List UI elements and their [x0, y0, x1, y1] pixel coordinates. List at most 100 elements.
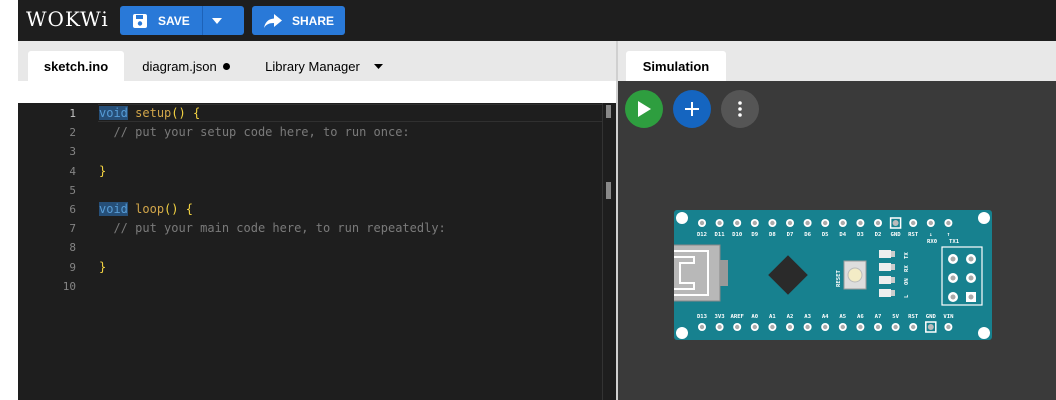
- pin-label: VIN: [943, 314, 954, 320]
- simulation-tab-bar: Simulation: [618, 41, 1056, 81]
- pin: [911, 324, 916, 330]
- pin: [875, 324, 881, 330]
- pin: [717, 324, 722, 330]
- led: [879, 276, 891, 284]
- code-editor[interactable]: 1 2 3 4 5 6 7 8 9 10 void setup() { // put your s…: [18, 103, 616, 400]
- play-icon: [638, 101, 651, 117]
- code-line[interactable]: void setup() {: [99, 106, 200, 120]
- tab-label: diagram.json: [142, 58, 217, 74]
- code-token: // put your setup code here, to run once…: [99, 125, 410, 140]
- add-part-button[interactable]: [673, 90, 711, 128]
- pin: [928, 220, 933, 226]
- editor-tab-bar: sketch.ino diagram.json Library Manager: [18, 41, 616, 81]
- led: [879, 250, 891, 258]
- reset-label: RESET: [836, 270, 842, 287]
- pin-label: D12: [697, 232, 707, 238]
- pin: [752, 324, 757, 330]
- line-number: 4: [69, 164, 76, 178]
- wokwi-logo[interactable]: WOKWi: [26, 7, 109, 31]
- more-options-button[interactable]: [721, 90, 759, 128]
- tab-label: sketch.ino: [43, 58, 109, 74]
- pin-label: A6: [857, 314, 864, 320]
- pin: [735, 324, 740, 330]
- code-line[interactable]: }: [99, 164, 106, 178]
- pin-label: 5V: [892, 314, 899, 320]
- share-button[interactable]: SHARE: [252, 6, 345, 35]
- pin: [875, 220, 881, 226]
- pin: [840, 324, 845, 330]
- led-pad: [891, 290, 895, 296]
- pin-label: GND: [926, 314, 937, 320]
- pin: [823, 324, 828, 330]
- save-label: SAVE: [158, 13, 190, 28]
- tab-diagram-json[interactable]: diagram.json: [130, 51, 242, 81]
- line-gutter: 1 2 3 4 5 6 7 8 9 10: [18, 103, 98, 400]
- led-pad: [891, 277, 895, 283]
- start-simulation-button[interactable]: [625, 90, 663, 128]
- code-line[interactable]: // put your main code here, to run repea…: [99, 221, 445, 235]
- save-icon: [133, 13, 147, 28]
- code-line[interactable]: // put your setup code here, to run once…: [99, 125, 410, 140]
- more-vertical-icon: [738, 101, 742, 117]
- pin-label: D7: [787, 232, 794, 238]
- icsp-pin: [968, 275, 974, 281]
- pin-label: 3V3: [715, 314, 725, 320]
- line-number: 10: [62, 279, 76, 293]
- code-token: () {: [164, 202, 193, 216]
- scrollbar-marker: [606, 182, 611, 199]
- pin: [787, 324, 793, 330]
- tab-sketch-ino[interactable]: sketch.ino: [28, 51, 124, 81]
- save-button[interactable]: SAVE: [120, 6, 244, 35]
- pin-label: RST: [908, 314, 919, 320]
- line-number: 8: [69, 241, 76, 255]
- line-number: 9: [69, 260, 76, 274]
- line-number: 7: [69, 222, 76, 236]
- pin: [840, 220, 845, 226]
- pin: [911, 220, 916, 226]
- code-line[interactable]: }: [99, 260, 106, 274]
- code-token: }: [99, 259, 107, 274]
- save-dropdown-toggle[interactable]: [203, 17, 231, 24]
- pin-label: A7: [875, 314, 882, 320]
- editor-toolbar-space: [18, 81, 616, 103]
- pin-label: A0: [751, 314, 758, 320]
- line-number: 5: [69, 183, 76, 197]
- pin: [699, 324, 705, 330]
- pin-label: GND: [891, 232, 902, 238]
- rx0-label: RX0: [927, 239, 938, 245]
- led: [879, 289, 891, 297]
- code-token: void: [99, 202, 128, 216]
- pin-label: RST: [908, 232, 919, 238]
- pin: [858, 324, 863, 330]
- pin-label: D6: [804, 232, 811, 238]
- icsp-pin: [968, 294, 974, 300]
- pin: [946, 220, 951, 226]
- led-pad: [891, 251, 895, 257]
- line-number: 6: [69, 203, 76, 216]
- tab-library-manager[interactable]: Library Manager: [254, 51, 394, 81]
- editor-scrollbar[interactable]: [602, 103, 616, 400]
- pin: [717, 220, 722, 226]
- line-number: 1: [69, 107, 76, 120]
- led-pad: [891, 264, 895, 270]
- icsp-pin: [950, 256, 956, 262]
- tab-simulation[interactable]: Simulation: [626, 51, 726, 81]
- top-bar: WOKWi SAVE SHARE: [18, 0, 1056, 41]
- caret-down-icon: [211, 17, 222, 24]
- share-icon: [264, 13, 282, 28]
- icsp-pin: [950, 275, 956, 281]
- pin: [735, 220, 740, 226]
- pin-label: A5: [839, 314, 846, 320]
- pin: [787, 220, 793, 226]
- pin-label: D11: [715, 232, 726, 238]
- code-line[interactable]: void loop() {: [99, 202, 193, 216]
- tx1-label: TX1: [949, 239, 960, 245]
- arduino-nano-board[interactable]: D12 D11 D10 D9 D8 D7 D6 D5 D4 D3 D2 GND RST ↓ ↑ D13 3V3…: [674, 205, 994, 345]
- pin: [892, 220, 899, 226]
- pin-label: ↓: [929, 232, 932, 238]
- pin-label: D8: [769, 232, 776, 238]
- pin-label: D10: [732, 232, 743, 238]
- pin-label: ↑: [947, 232, 950, 238]
- pin: [805, 220, 810, 226]
- simulation-canvas[interactable]: D12 D11 D10 D9 D8 D7 D6 D5 D4 D3 D2 GND RST ↓ ↑ D13 3V3…: [618, 81, 1056, 400]
